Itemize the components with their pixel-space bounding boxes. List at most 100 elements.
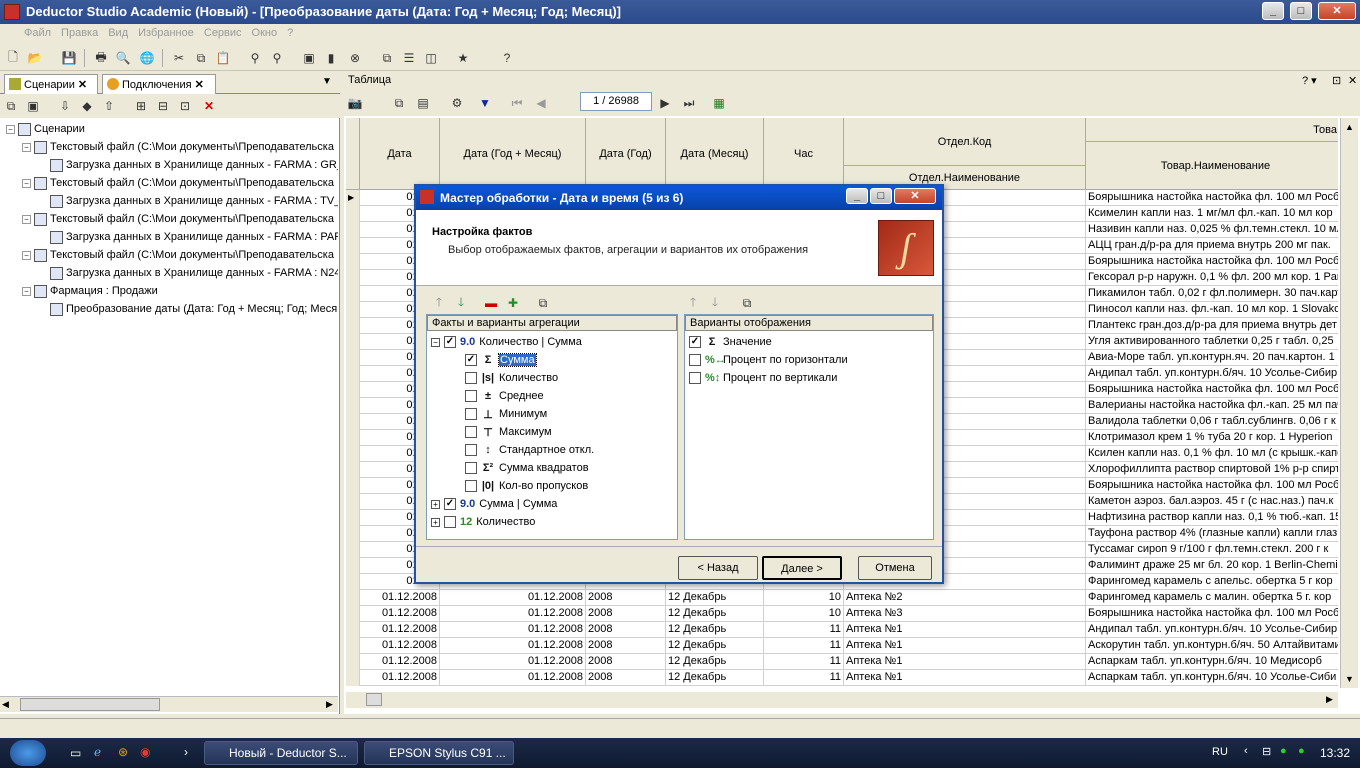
language-indicator[interactable]: RU bbox=[1212, 746, 1228, 758]
table-cell[interactable]: Хлорофиллипта раствор спиртовой 1% р-р с… bbox=[1086, 462, 1338, 478]
table-cell[interactable]: 01.12.2008 bbox=[440, 590, 586, 606]
col-header-date[interactable]: Дата bbox=[360, 118, 440, 190]
show-desktop-icon[interactable]: ▭ bbox=[70, 746, 81, 760]
table-cell[interactable]: Аптека №1 bbox=[844, 654, 1086, 670]
view-checkbox[interactable] bbox=[689, 354, 701, 366]
start-button[interactable] bbox=[10, 740, 46, 766]
tile-vertical-icon[interactable]: ◫ bbox=[422, 49, 440, 67]
row-indicator[interactable] bbox=[346, 574, 360, 590]
back-button[interactable]: < Назад bbox=[678, 556, 758, 580]
table-cell[interactable]: Боярышника настойка настойка фл. 100 мл … bbox=[1086, 382, 1338, 398]
table-row[interactable]: 01.12.2008 01.12.2008 2008 12 Декабрь 11 Апте… bbox=[346, 670, 1338, 686]
tree-expander-icon[interactable]: − bbox=[22, 178, 31, 188]
tree-node[interactable]: Загрузка данных в Хранилище данных - FAR… bbox=[38, 192, 338, 210]
row-indicator[interactable] bbox=[346, 414, 360, 430]
last-page-icon[interactable]: ⏭ bbox=[680, 94, 698, 112]
table-cell[interactable]: Валидола таблетки 0,06 г табл.сублингв. … bbox=[1086, 414, 1338, 430]
row-indicator[interactable] bbox=[346, 622, 360, 638]
fact-checkbox[interactable] bbox=[465, 426, 477, 438]
scroll-thumb[interactable] bbox=[20, 698, 160, 711]
row-indicator[interactable] bbox=[346, 302, 360, 318]
fact-checkbox[interactable] bbox=[465, 372, 477, 384]
find-next-icon[interactable]: ⚲ bbox=[268, 49, 286, 67]
row-indicator[interactable] bbox=[346, 318, 360, 334]
fact-expander-icon[interactable]: − bbox=[431, 337, 440, 347]
table-cell[interactable]: Боярышника настойка настойка фл. 100 мл … bbox=[1086, 254, 1338, 270]
table-row[interactable]: 01.12.2008 01.12.2008 2008 12 Декабрь 10 Апте… bbox=[346, 606, 1338, 622]
tile-horizontal-icon[interactable]: ☰ bbox=[400, 49, 418, 67]
row-indicator[interactable] bbox=[346, 270, 360, 286]
table-cell[interactable]: Фарингомед карамель с апельс. обертка 5 … bbox=[1086, 574, 1338, 590]
table-cell[interactable]: Угля активированного таблетки 0,25 г таб… bbox=[1086, 334, 1338, 350]
table-cell[interactable]: Ксилен капли наз. 0,1 % фл. 10 мл (с кры… bbox=[1086, 446, 1338, 462]
close-tab-icon[interactable]: ✕ bbox=[78, 79, 87, 91]
menu-item[interactable]: Правка bbox=[61, 27, 98, 39]
import-icon[interactable]: ⇩ bbox=[56, 97, 74, 115]
tree-collapse-icon[interactable]: ⊟ bbox=[154, 97, 172, 115]
col-header-goods-name[interactable]: Товар.Наименование bbox=[1086, 142, 1338, 190]
table-cell[interactable]: Нафтизина раствор капли наз. 0,1 % тюб.-… bbox=[1086, 510, 1338, 526]
row-indicator[interactable] bbox=[346, 446, 360, 462]
view-item[interactable]: %↔ Процент по горизонтали bbox=[689, 351, 848, 369]
row-indicator[interactable] bbox=[346, 542, 360, 558]
filter-icon[interactable]: ▼ bbox=[476, 94, 494, 112]
table-cell[interactable]: 10 bbox=[764, 606, 844, 622]
grid-hscrollbar[interactable]: ▶ bbox=[346, 692, 1338, 708]
view-move-down-icon[interactable]: 🡓 bbox=[706, 294, 724, 312]
wizard-icon[interactable]: ▣ bbox=[300, 49, 318, 67]
tree-expander-icon[interactable]: − bbox=[22, 250, 31, 260]
excel-export-icon[interactable]: ▦ bbox=[710, 94, 728, 112]
table-cell[interactable]: Пиносол капли наз. фл.-кап. 10 мл кор. 1… bbox=[1086, 302, 1338, 318]
table-cell[interactable]: 01.12.2008 bbox=[440, 654, 586, 670]
table-cell[interactable]: 12 Декабрь bbox=[666, 606, 764, 622]
save-icon[interactable]: 💾 bbox=[60, 49, 78, 67]
help-icon[interactable]: ? bbox=[498, 49, 516, 67]
table-cell[interactable]: Ксимелин капли наз. 1 мг/мл фл.-кап. 10 … bbox=[1086, 206, 1338, 222]
tabs-dropdown-icon[interactable]: ▼ bbox=[322, 76, 332, 87]
cube-icon[interactable]: ◆ bbox=[78, 97, 96, 115]
tree-node[interactable]: − Текстовый файл (C:\Мои документы\Препод… bbox=[22, 210, 334, 228]
move-down-icon[interactable]: 🡓 bbox=[452, 294, 470, 312]
table-cell[interactable]: Авиа-Море табл. уп.контурн.яч. 20 пач.ка… bbox=[1086, 350, 1338, 366]
move-up-icon[interactable]: 🡑 bbox=[430, 294, 448, 312]
table-cell[interactable]: 12 Декабрь bbox=[666, 590, 764, 606]
row-indicator[interactable] bbox=[346, 478, 360, 494]
table-cell[interactable]: 01.12.2008 bbox=[360, 606, 440, 622]
row-indicator[interactable] bbox=[346, 382, 360, 398]
cut-icon[interactable]: ✂ bbox=[170, 49, 188, 67]
fact-item[interactable]: ± Среднее bbox=[465, 387, 544, 405]
find-icon[interactable]: ⚲ bbox=[246, 49, 264, 67]
table-cell[interactable]: Боярышника настойка настойка фл. 100 мл … bbox=[1086, 478, 1338, 494]
row-indicator[interactable] bbox=[346, 558, 360, 574]
tree-node[interactable]: − Фармация : Продажи bbox=[22, 282, 158, 300]
table-cell[interactable]: Андипал табл. уп.контурн.б/яч. 10 Усолье… bbox=[1086, 622, 1338, 638]
fact-checkbox[interactable] bbox=[465, 480, 477, 492]
fact-item[interactable]: + ✓ 9.0 Сумма | Сумма bbox=[431, 495, 557, 513]
table-cell[interactable]: Аспаркам табл. уп.контурн.б/яч. 10 Медис… bbox=[1086, 654, 1338, 670]
scroll-right-icon[interactable]: ▶ bbox=[1326, 694, 1333, 705]
chrome-icon[interactable]: ◉ bbox=[140, 745, 150, 759]
table-cell[interactable]: Туссамаг сироп 9 г/100 г фл.темн.стекл. … bbox=[1086, 542, 1338, 558]
panel-float-icon[interactable]: ⊡ bbox=[1332, 74, 1341, 87]
col-header-month[interactable]: Дата (Месяц) bbox=[666, 118, 764, 190]
windows-cascade-icon[interactable]: ⧉ bbox=[378, 49, 396, 67]
task-deductor[interactable]: Новый - Deductor S... bbox=[204, 741, 358, 765]
tree-node[interactable]: − Сценарии bbox=[6, 120, 85, 138]
tree-node[interactable]: Преобразование даты (Дата: Год + Месяц; … bbox=[38, 300, 337, 318]
table-cell[interactable]: 01.12.2008 bbox=[440, 670, 586, 686]
paste-icon[interactable]: 📋 bbox=[214, 49, 232, 67]
copy-table-icon[interactable]: ⧉ bbox=[390, 94, 408, 112]
fact-item[interactable]: Σ² Сумма квадратов bbox=[465, 459, 589, 477]
table-cell[interactable]: АЦЦ гран.д/р-ра для приема внутрь 200 мг… bbox=[1086, 238, 1338, 254]
task-epson[interactable]: EPSON Stylus C91 ... bbox=[364, 741, 514, 765]
tree-node[interactable]: Загрузка данных в Хранилище данных - FAR… bbox=[38, 228, 338, 246]
menu-item[interactable]: Окно bbox=[252, 27, 278, 39]
tree-move-icon[interactable]: ⊡ bbox=[176, 97, 194, 115]
table-cell[interactable]: Аптека №1 bbox=[844, 670, 1086, 686]
table-cell[interactable]: Аспаркам табл. уп.контурн.б/яч. 10 Усоль… bbox=[1086, 670, 1338, 686]
table-options-icon[interactable]: ▤ bbox=[414, 94, 432, 112]
minimize-button[interactable]: _ bbox=[1262, 2, 1284, 20]
fact-checkbox[interactable] bbox=[465, 390, 477, 402]
table-cell[interactable]: 12 Декабрь bbox=[666, 622, 764, 638]
table-cell[interactable]: 11 bbox=[764, 670, 844, 686]
